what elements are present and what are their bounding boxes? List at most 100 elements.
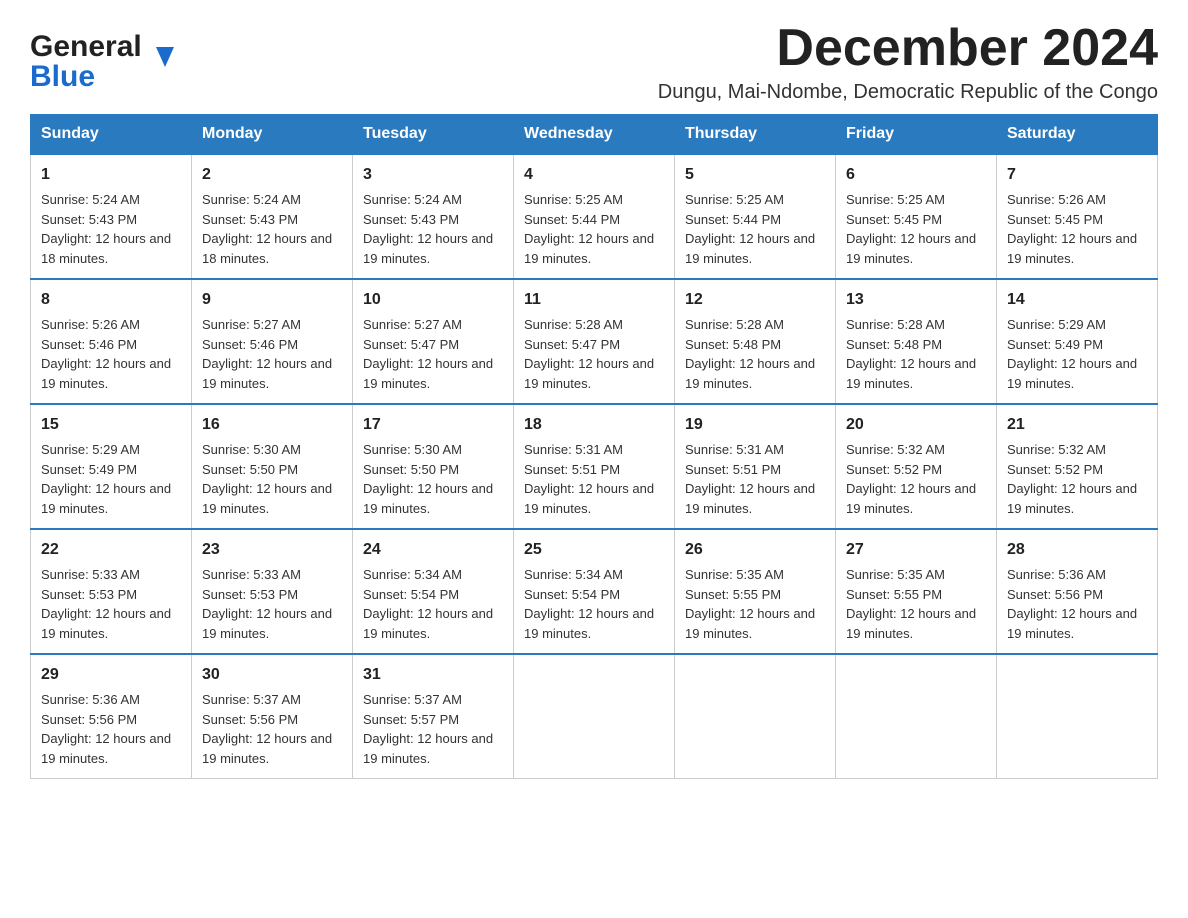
day-number: 12 [685, 288, 825, 312]
day-number: 4 [524, 163, 664, 187]
day-number: 11 [524, 288, 664, 312]
table-row: 30 Sunrise: 5:37 AMSunset: 5:56 PMDaylig… [192, 654, 353, 779]
title-area: December 2024 Dungu, Mai-Ndombe, Democra… [658, 20, 1158, 104]
header-row: Sunday Monday Tuesday Wednesday Thursday… [31, 115, 1158, 155]
day-info: Sunrise: 5:36 AMSunset: 5:56 PMDaylight:… [1007, 567, 1137, 641]
day-number: 22 [41, 538, 181, 562]
day-info: Sunrise: 5:29 AMSunset: 5:49 PMDaylight:… [41, 442, 171, 516]
header: General Blue December 2024 Dungu, Mai-Nd… [30, 20, 1158, 104]
calendar-table: Sunday Monday Tuesday Wednesday Thursday… [30, 114, 1158, 779]
day-number: 31 [363, 663, 503, 687]
col-sunday: Sunday [31, 115, 192, 155]
table-row: 28 Sunrise: 5:36 AMSunset: 5:56 PMDaylig… [997, 529, 1158, 654]
day-info: Sunrise: 5:24 AMSunset: 5:43 PMDaylight:… [363, 192, 493, 266]
logo-text-blue: Blue [30, 62, 95, 92]
col-wednesday: Wednesday [514, 115, 675, 155]
table-row: 15 Sunrise: 5:29 AMSunset: 5:49 PMDaylig… [31, 404, 192, 529]
table-row: 16 Sunrise: 5:30 AMSunset: 5:50 PMDaylig… [192, 404, 353, 529]
day-info: Sunrise: 5:32 AMSunset: 5:52 PMDaylight:… [1007, 442, 1137, 516]
day-number: 5 [685, 163, 825, 187]
calendar-week-1: 1 Sunrise: 5:24 AMSunset: 5:43 PMDayligh… [31, 154, 1158, 279]
table-row: 12 Sunrise: 5:28 AMSunset: 5:48 PMDaylig… [675, 279, 836, 404]
table-row: 29 Sunrise: 5:36 AMSunset: 5:56 PMDaylig… [31, 654, 192, 779]
day-number: 3 [363, 163, 503, 187]
day-info: Sunrise: 5:31 AMSunset: 5:51 PMDaylight:… [685, 442, 815, 516]
day-info: Sunrise: 5:28 AMSunset: 5:48 PMDaylight:… [846, 317, 976, 391]
day-info: Sunrise: 5:36 AMSunset: 5:56 PMDaylight:… [41, 692, 171, 766]
logo: General Blue [30, 20, 156, 92]
table-row [675, 654, 836, 779]
day-number: 21 [1007, 413, 1147, 437]
day-number: 18 [524, 413, 664, 437]
day-info: Sunrise: 5:26 AMSunset: 5:45 PMDaylight:… [1007, 192, 1137, 266]
day-number: 27 [846, 538, 986, 562]
col-thursday: Thursday [675, 115, 836, 155]
day-info: Sunrise: 5:27 AMSunset: 5:47 PMDaylight:… [363, 317, 493, 391]
table-row: 17 Sunrise: 5:30 AMSunset: 5:50 PMDaylig… [353, 404, 514, 529]
col-tuesday: Tuesday [353, 115, 514, 155]
col-saturday: Saturday [997, 115, 1158, 155]
day-info: Sunrise: 5:24 AMSunset: 5:43 PMDaylight:… [202, 192, 332, 266]
table-row [514, 654, 675, 779]
day-number: 28 [1007, 538, 1147, 562]
day-info: Sunrise: 5:28 AMSunset: 5:47 PMDaylight:… [524, 317, 654, 391]
table-row: 6 Sunrise: 5:25 AMSunset: 5:45 PMDayligh… [836, 154, 997, 279]
table-row: 13 Sunrise: 5:28 AMSunset: 5:48 PMDaylig… [836, 279, 997, 404]
month-title: December 2024 [658, 20, 1158, 77]
day-number: 6 [846, 163, 986, 187]
table-row: 2 Sunrise: 5:24 AMSunset: 5:43 PMDayligh… [192, 154, 353, 279]
calendar-week-3: 15 Sunrise: 5:29 AMSunset: 5:49 PMDaylig… [31, 404, 1158, 529]
table-row: 23 Sunrise: 5:33 AMSunset: 5:53 PMDaylig… [192, 529, 353, 654]
table-row: 21 Sunrise: 5:32 AMSunset: 5:52 PMDaylig… [997, 404, 1158, 529]
table-row: 14 Sunrise: 5:29 AMSunset: 5:49 PMDaylig… [997, 279, 1158, 404]
table-row: 25 Sunrise: 5:34 AMSunset: 5:54 PMDaylig… [514, 529, 675, 654]
day-number: 29 [41, 663, 181, 687]
table-row: 3 Sunrise: 5:24 AMSunset: 5:43 PMDayligh… [353, 154, 514, 279]
day-number: 19 [685, 413, 825, 437]
day-info: Sunrise: 5:30 AMSunset: 5:50 PMDaylight:… [363, 442, 493, 516]
table-row [997, 654, 1158, 779]
day-info: Sunrise: 5:35 AMSunset: 5:55 PMDaylight:… [846, 567, 976, 641]
day-info: Sunrise: 5:34 AMSunset: 5:54 PMDaylight:… [524, 567, 654, 641]
calendar-week-5: 29 Sunrise: 5:36 AMSunset: 5:56 PMDaylig… [31, 654, 1158, 779]
table-row: 10 Sunrise: 5:27 AMSunset: 5:47 PMDaylig… [353, 279, 514, 404]
day-number: 7 [1007, 163, 1147, 187]
day-info: Sunrise: 5:25 AMSunset: 5:44 PMDaylight:… [524, 192, 654, 266]
day-info: Sunrise: 5:25 AMSunset: 5:45 PMDaylight:… [846, 192, 976, 266]
day-info: Sunrise: 5:33 AMSunset: 5:53 PMDaylight:… [202, 567, 332, 641]
col-friday: Friday [836, 115, 997, 155]
day-info: Sunrise: 5:24 AMSunset: 5:43 PMDaylight:… [41, 192, 171, 266]
day-info: Sunrise: 5:28 AMSunset: 5:48 PMDaylight:… [685, 317, 815, 391]
day-number: 20 [846, 413, 986, 437]
table-row: 19 Sunrise: 5:31 AMSunset: 5:51 PMDaylig… [675, 404, 836, 529]
table-row: 11 Sunrise: 5:28 AMSunset: 5:47 PMDaylig… [514, 279, 675, 404]
day-info: Sunrise: 5:37 AMSunset: 5:56 PMDaylight:… [202, 692, 332, 766]
day-number: 2 [202, 163, 342, 187]
day-info: Sunrise: 5:37 AMSunset: 5:57 PMDaylight:… [363, 692, 493, 766]
day-info: Sunrise: 5:26 AMSunset: 5:46 PMDaylight:… [41, 317, 171, 391]
day-info: Sunrise: 5:35 AMSunset: 5:55 PMDaylight:… [685, 567, 815, 641]
location-subtitle: Dungu, Mai-Ndombe, Democratic Republic o… [658, 81, 1158, 104]
table-row [836, 654, 997, 779]
day-info: Sunrise: 5:30 AMSunset: 5:50 PMDaylight:… [202, 442, 332, 516]
day-number: 1 [41, 163, 181, 187]
day-number: 10 [363, 288, 503, 312]
table-row: 20 Sunrise: 5:32 AMSunset: 5:52 PMDaylig… [836, 404, 997, 529]
table-row: 4 Sunrise: 5:25 AMSunset: 5:44 PMDayligh… [514, 154, 675, 279]
day-number: 8 [41, 288, 181, 312]
col-monday: Monday [192, 115, 353, 155]
day-number: 13 [846, 288, 986, 312]
day-number: 16 [202, 413, 342, 437]
day-number: 14 [1007, 288, 1147, 312]
table-row: 5 Sunrise: 5:25 AMSunset: 5:44 PMDayligh… [675, 154, 836, 279]
day-info: Sunrise: 5:34 AMSunset: 5:54 PMDaylight:… [363, 567, 493, 641]
day-number: 26 [685, 538, 825, 562]
table-row: 8 Sunrise: 5:26 AMSunset: 5:46 PMDayligh… [31, 279, 192, 404]
table-row: 7 Sunrise: 5:26 AMSunset: 5:45 PMDayligh… [997, 154, 1158, 279]
table-row: 1 Sunrise: 5:24 AMSunset: 5:43 PMDayligh… [31, 154, 192, 279]
table-row: 18 Sunrise: 5:31 AMSunset: 5:51 PMDaylig… [514, 404, 675, 529]
day-number: 9 [202, 288, 342, 312]
day-info: Sunrise: 5:31 AMSunset: 5:51 PMDaylight:… [524, 442, 654, 516]
day-info: Sunrise: 5:33 AMSunset: 5:53 PMDaylight:… [41, 567, 171, 641]
day-info: Sunrise: 5:25 AMSunset: 5:44 PMDaylight:… [685, 192, 815, 266]
